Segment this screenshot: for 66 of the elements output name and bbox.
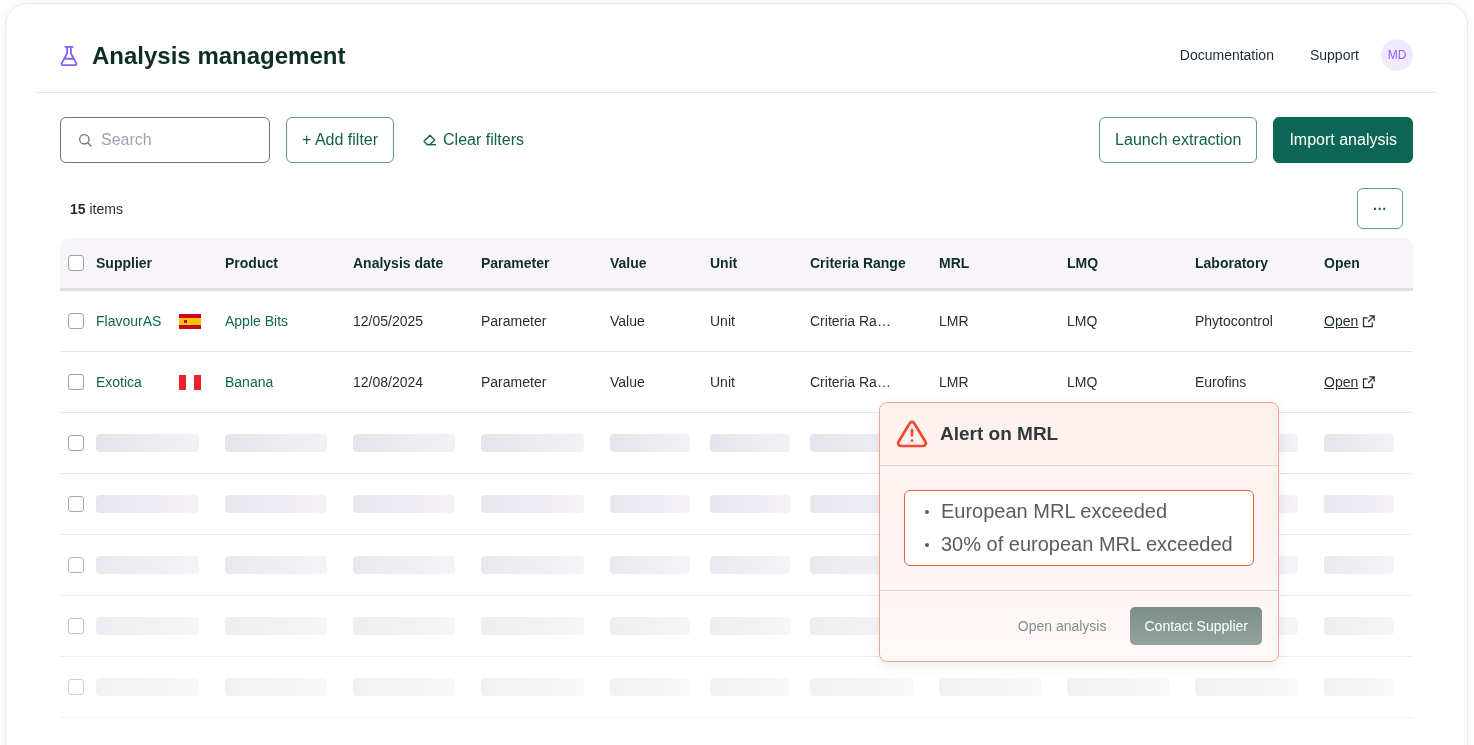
column-header[interactable]: Product xyxy=(225,255,353,271)
add-filter-button[interactable]: + Add filter xyxy=(286,117,395,163)
product-link[interactable]: Banana xyxy=(225,374,353,390)
alert-title: Alert on MRL xyxy=(940,423,1059,445)
flag-icon xyxy=(179,374,201,390)
table-cell-text: Parameter xyxy=(481,313,548,329)
column-header[interactable]: Unit xyxy=(710,255,810,271)
supplier-link[interactable]: FlavourAS xyxy=(96,313,179,329)
product-link[interactable]: Apple Bits xyxy=(225,313,353,329)
table-cell-text: Value xyxy=(610,374,646,390)
table-cell-text: Value xyxy=(610,313,646,329)
table-cell-text: LMR xyxy=(939,374,970,390)
column-header[interactable]: Criteria Range xyxy=(810,255,939,271)
nav-link[interactable]: Documentation xyxy=(1179,47,1274,63)
table-cell-text: 12/08/2024 xyxy=(353,374,425,390)
nav-link[interactable]: Support xyxy=(1309,47,1359,63)
row-checkbox[interactable] xyxy=(68,435,84,451)
table-cell-text: Eurofins xyxy=(1195,374,1248,390)
flask-icon xyxy=(58,45,80,67)
table-cell-text: Unit xyxy=(710,374,736,390)
table-cell-text: LMQ xyxy=(1067,374,1099,390)
supplier-link[interactable]: Exotica xyxy=(96,374,179,390)
column-header[interactable]: Supplier xyxy=(96,255,225,271)
action-button[interactable]: Launch extraction xyxy=(1099,117,1258,163)
row-checkbox[interactable] xyxy=(68,618,84,634)
table-cell-text: Parameter xyxy=(481,374,548,390)
loading-placeholder xyxy=(1324,495,1395,513)
row-checkbox[interactable] xyxy=(68,557,84,573)
alert-message: European MRL exceeded xyxy=(941,499,1168,524)
column-header[interactable]: Value xyxy=(610,255,710,271)
page-title: Analysis management xyxy=(92,42,346,70)
row-checkbox[interactable] xyxy=(68,313,84,329)
row-checkbox[interactable] xyxy=(68,679,84,695)
alert-message: 30% of european MRL exceeded xyxy=(941,532,1233,557)
column-header[interactable]: Laboratory xyxy=(1195,255,1324,271)
table-cell-text: LMR xyxy=(939,313,970,329)
table-cell-text: Phytocontrol xyxy=(1195,313,1274,329)
more-button[interactable]: ··· xyxy=(1357,188,1403,229)
row-checkbox[interactable] xyxy=(68,374,84,390)
flag-icon xyxy=(179,313,201,329)
column-header[interactable]: MRL xyxy=(939,255,1067,271)
item-count: 15 items xyxy=(70,200,123,217)
select-all-checkbox[interactable] xyxy=(68,255,84,271)
warning-icon xyxy=(896,418,928,450)
table-cell-text: 12/05/2025 xyxy=(353,313,425,329)
open-link[interactable]: Open xyxy=(1324,313,1377,329)
external-link-icon xyxy=(1361,313,1377,329)
bullet-icon xyxy=(925,542,929,547)
user-avatar[interactable]: MD xyxy=(1381,39,1413,71)
table-cell-text: Unit xyxy=(710,313,736,329)
bullet-icon xyxy=(925,509,929,514)
table-cell-text: LMQ xyxy=(1067,313,1099,329)
column-header[interactable]: Parameter xyxy=(481,255,610,271)
eraser-icon xyxy=(422,132,439,148)
open-link[interactable]: Open xyxy=(1324,374,1377,390)
column-header[interactable]: Analysis date xyxy=(353,255,481,271)
loading-placeholder xyxy=(1324,434,1395,452)
column-header[interactable]: LMQ xyxy=(1067,255,1195,271)
external-link-icon xyxy=(1361,374,1377,390)
table-cell-text: Criteria Ra… xyxy=(810,374,892,390)
clear-filters-button[interactable]: Clear filters xyxy=(410,131,536,149)
column-header[interactable]: Open xyxy=(1324,255,1412,271)
table-cell-text: Criteria Ra… xyxy=(810,313,892,329)
search-field[interactable]: Search xyxy=(60,117,270,163)
action-button[interactable]: Import analysis xyxy=(1273,117,1413,163)
row-checkbox[interactable] xyxy=(68,496,84,512)
